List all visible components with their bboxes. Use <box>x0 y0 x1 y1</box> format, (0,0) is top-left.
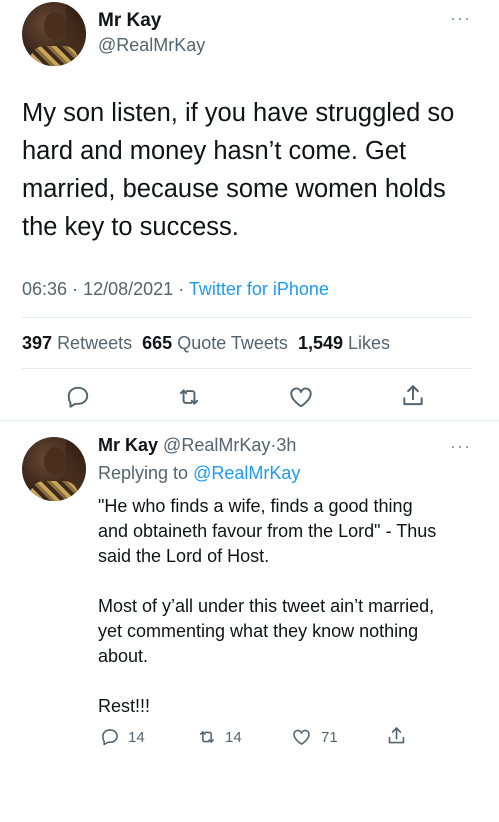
meta-separator: · <box>178 279 185 299</box>
divider <box>0 420 499 421</box>
like-count: 71 <box>321 728 338 746</box>
reply-reply-button[interactable]: 14 <box>100 727 145 747</box>
quote-tweets-stat[interactable]: 665 Quote Tweets <box>142 333 288 353</box>
tweet-text-line: hard and money hasn’t come. Get <box>22 137 407 165</box>
divider <box>22 368 472 369</box>
reply-header: Mr Kay @RealMrKay·3h <box>98 435 296 456</box>
tweet-stats: 397 Retweets 665 Quote Tweets 1,549 Like… <box>22 333 390 354</box>
reply-like-button[interactable]: 71 <box>291 727 338 747</box>
author-handle[interactable]: @RealMrKay <box>98 35 205 56</box>
likes-stat[interactable]: 1,549 Likes <box>298 333 390 353</box>
reply-author-name[interactable]: Mr Kay <box>98 435 158 455</box>
reply-age: 3h <box>276 435 297 455</box>
reply-text-line: "He who finds a wife, finds a good thing <box>98 496 413 516</box>
reply-text-line: about. <box>98 646 149 666</box>
meta-separator: · <box>72 279 79 299</box>
reply-icon[interactable] <box>65 384 91 410</box>
reply-text: "He who finds a wife, finds a good thing… <box>98 494 493 719</box>
replying-to: Replying to @RealMrKay <box>98 463 300 484</box>
tweet-text: My son listen, if you have struggled so … <box>22 94 492 246</box>
retweets-stat[interactable]: 397 Retweets <box>22 333 132 353</box>
reply-text-line: Rest!!! <box>98 696 151 716</box>
reply-author-avatar[interactable] <box>22 437 86 501</box>
divider <box>22 317 472 318</box>
replying-to-handle-link[interactable]: @RealMrKay <box>193 463 300 483</box>
author-avatar[interactable] <box>22 2 86 66</box>
reply-count: 14 <box>128 728 145 746</box>
reply-text-line <box>98 669 493 694</box>
more-options-button[interactable]: ··· <box>450 8 471 29</box>
share-icon[interactable] <box>400 382 426 410</box>
like-icon[interactable] <box>288 384 314 410</box>
retweet-icon[interactable] <box>175 384 203 410</box>
reply-text-line <box>98 569 493 594</box>
reply-author-handle[interactable]: @RealMrKay <box>163 435 270 455</box>
tweet-meta: 06:36 · 12/08/2021 · Twitter for iPhone <box>22 279 329 300</box>
tweet-text-line: My son listen, if you have struggled so <box>22 99 455 127</box>
tweet-text-line: the key to success. <box>22 213 239 241</box>
tweet-date: 12/08/2021 <box>83 279 174 299</box>
reply-icon <box>100 727 120 747</box>
retweet-count: 14 <box>225 728 242 746</box>
reply-text-line: Most of y’all under this tweet ain’t mar… <box>98 596 435 616</box>
reply-retweet-button[interactable]: 14 <box>196 727 242 747</box>
reply-text-line: and obtaineth favour from the Lord" - Th… <box>98 521 437 541</box>
tweet-time: 06:36 <box>22 279 68 299</box>
like-icon <box>291 727 312 747</box>
author-name[interactable]: Mr Kay <box>98 10 161 32</box>
replying-to-prefix: Replying to <box>98 463 189 483</box>
retweet-icon <box>196 727 218 747</box>
reply-text-line: yet commenting what they know nothing <box>98 621 419 641</box>
reply-text-line: said the Lord of Host. <box>98 546 270 566</box>
tweet-source-link[interactable]: Twitter for iPhone <box>189 279 329 299</box>
reply-more-options-button[interactable]: ··· <box>450 436 471 457</box>
share-icon[interactable] <box>386 725 407 747</box>
tweet-text-line: married, because some women holds <box>22 175 446 203</box>
